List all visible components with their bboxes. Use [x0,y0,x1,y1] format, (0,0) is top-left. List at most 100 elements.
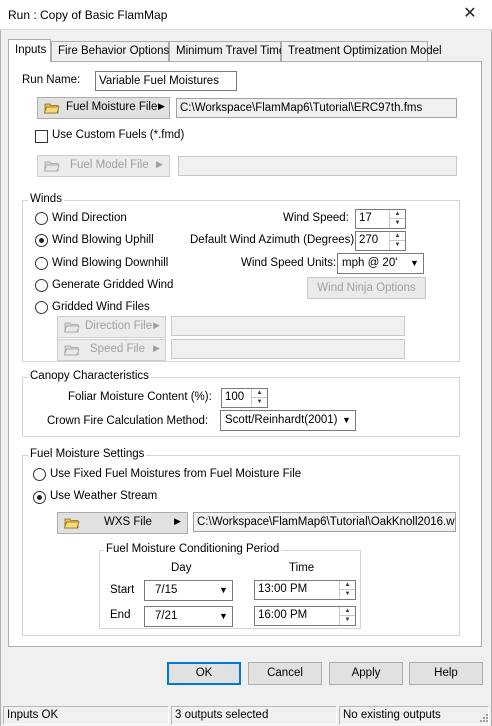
title-bar: Run : Copy of Basic FlamMap ✕ [0,0,492,30]
wind-direction-label: Wind Direction [52,212,127,224]
tab-treatment-optimization-model[interactable]: Treatment Optimization Model [281,41,442,61]
run-name-label: Run Name: [22,74,81,86]
fuel-moisture-settings-title: Fuel Moisture Settings [28,448,147,460]
fuel-model-file-button[interactable]: Fuel Model File ▶ [37,155,170,177]
speed-file-path [171,339,405,359]
speed-file-label: Speed File [90,343,145,355]
spin-up-icon[interactable]: ▲ [340,581,355,590]
generate-gridded-wind-radio[interactable] [35,279,48,292]
crown-fire-method-select[interactable]: Scott/Reinhardt(2001) ▼ [220,410,356,431]
day-column-header: Day [171,562,192,574]
folder-open-icon [64,518,80,529]
use-weather-stream-label: Use Weather Stream [50,490,158,502]
crown-fire-method-label: Crown Fire Calculation Method: [47,415,209,427]
spinner-arrows: ▲ ▼ [389,210,405,228]
speed-file-button[interactable]: Speed File ▶ [57,339,166,361]
start-day-select[interactable]: 7/15 ▼ [144,580,233,601]
conditioning-period-title: Fuel Moisture Conditioning Period [104,543,282,555]
run-name-input[interactable]: Variable Fuel Moistures [95,71,237,91]
fixed-fuel-moistures-label: Use Fixed Fuel Moistures from Fuel Moist… [50,468,302,480]
end-time-spinner[interactable]: 16:00 PM ▲ ▼ [254,606,356,626]
wind-azimuth-spinner[interactable]: 270 ▲ ▼ [355,231,406,251]
start-label: Start [110,584,135,596]
wind-speed-label: Wind Speed: [283,212,349,224]
status-existing-outputs: No existing outputs [339,706,489,725]
tab-fire-behavior-options[interactable]: Fire Behavior Options [51,41,169,61]
wxs-file-label: WXS File [104,516,152,528]
wind-speed-units-label: Wind Speed Units: [241,257,337,269]
folder-open-icon [44,161,60,172]
use-custom-fuels-checkbox[interactable] [35,130,48,143]
wind-speed-units-select[interactable]: mph @ 20' ▼ [337,253,424,274]
direction-file-path [171,316,405,336]
wxs-file-button[interactable]: WXS File ▶ [57,512,188,534]
window-title: Run : Copy of Basic FlamMap [8,8,168,22]
use-weather-stream-radio[interactable] [33,491,46,504]
arrow-right-icon: ▶ [156,159,163,169]
wind-speed-spinner[interactable]: 17 ▲ ▼ [355,209,406,229]
folder-open-icon [64,345,80,356]
time-column-header: Time [289,562,315,574]
winds-group-title: Winds [28,193,64,205]
wind-blowing-downhill-label: Wind Blowing Downhill [52,257,169,269]
wind-ninja-options-button[interactable]: Wind Ninja Options [307,277,426,299]
chevron-down-icon: ▼ [219,585,228,595]
spin-down-icon[interactable]: ▼ [390,241,405,250]
gridded-wind-files-radio[interactable] [35,301,48,314]
spin-down-icon[interactable]: ▼ [340,590,355,599]
spin-up-icon[interactable]: ▲ [390,210,405,219]
help-button[interactable]: Help [409,662,483,685]
arrow-right-icon: ▶ [158,101,165,111]
crown-fire-method-value: Scott/Reinhardt(2001) [225,414,338,426]
spin-down-icon[interactable]: ▼ [340,616,355,625]
foliar-moisture-label: Foliar Moisture Content (%): [68,391,212,403]
canopy-group-title: Canopy Characteristics [28,370,151,382]
start-time-spinner[interactable]: 13:00 PM ▲ ▼ [254,580,356,600]
spin-up-icon[interactable]: ▲ [390,232,405,241]
spinner-arrows: ▲ ▼ [339,581,355,599]
end-time-value: 16:00 PM [258,609,308,621]
wind-blowing-downhill-radio[interactable] [35,257,48,270]
wind-azimuth-value: 270 [359,234,379,246]
apply-button[interactable]: Apply [329,662,403,685]
start-time-value: 13:00 PM [258,583,308,595]
chevron-down-icon: ▼ [410,258,419,268]
use-custom-fuels-label: Use Custom Fuels (*.fmd) [52,129,185,141]
folder-open-icon [44,103,60,114]
ok-button[interactable]: OK [167,662,241,685]
fuel-moisture-file-button[interactable]: Fuel Moisture File ▶ [37,97,170,119]
fixed-fuel-moistures-radio[interactable] [33,468,46,481]
end-day-select[interactable]: 7/21 ▼ [144,606,233,627]
wind-azimuth-label: Default Wind Azimuth (Degrees): [190,234,358,246]
wind-speed-units-value: mph @ 20' [342,257,398,269]
wind-speed-value: 17 [359,212,372,224]
chevron-down-icon: ▼ [342,415,351,425]
cancel-button[interactable]: Cancel [248,662,322,685]
spin-up-icon[interactable]: ▲ [252,389,267,398]
status-bar: Inputs OK 3 outputs selected No existing… [1,704,491,726]
direction-file-button[interactable]: Direction File ▶ [57,316,166,338]
spinner-arrows: ▲ ▼ [339,607,355,625]
direction-file-label: Direction File [85,320,153,332]
fuel-model-file-label: Fuel Model File [70,159,149,171]
status-outputs-selected: 3 outputs selected [171,706,337,725]
fuel-moisture-file-path: C:\Workspace\FlamMap6\Tutorial\ERC97th.f… [176,98,457,118]
foliar-moisture-value: 100 [225,391,245,403]
tab-minimum-travel-time[interactable]: Minimum Travel Time [169,41,285,61]
resize-grip-icon[interactable] [477,711,489,723]
start-day-value: 7/15 [155,584,178,596]
close-icon[interactable]: ✕ [455,2,485,26]
wind-direction-radio[interactable] [35,212,48,225]
end-label: End [110,609,131,621]
spin-up-icon[interactable]: ▲ [340,607,355,616]
spin-down-icon[interactable]: ▼ [252,398,267,407]
spin-down-icon[interactable]: ▼ [390,219,405,228]
wind-blowing-uphill-radio[interactable] [35,234,48,247]
arrow-right-icon: ▶ [174,516,181,526]
arrow-right-icon: ▶ [153,343,160,353]
foliar-moisture-spinner[interactable]: 100 ▲ ▼ [221,388,268,408]
chevron-down-icon: ▼ [219,611,228,621]
wxs-file-path: C:\Workspace\FlamMap6\Tutorial\OakKnoll2… [193,512,456,532]
tab-inputs[interactable]: Inputs [8,39,51,62]
fuel-model-file-path [178,156,457,176]
